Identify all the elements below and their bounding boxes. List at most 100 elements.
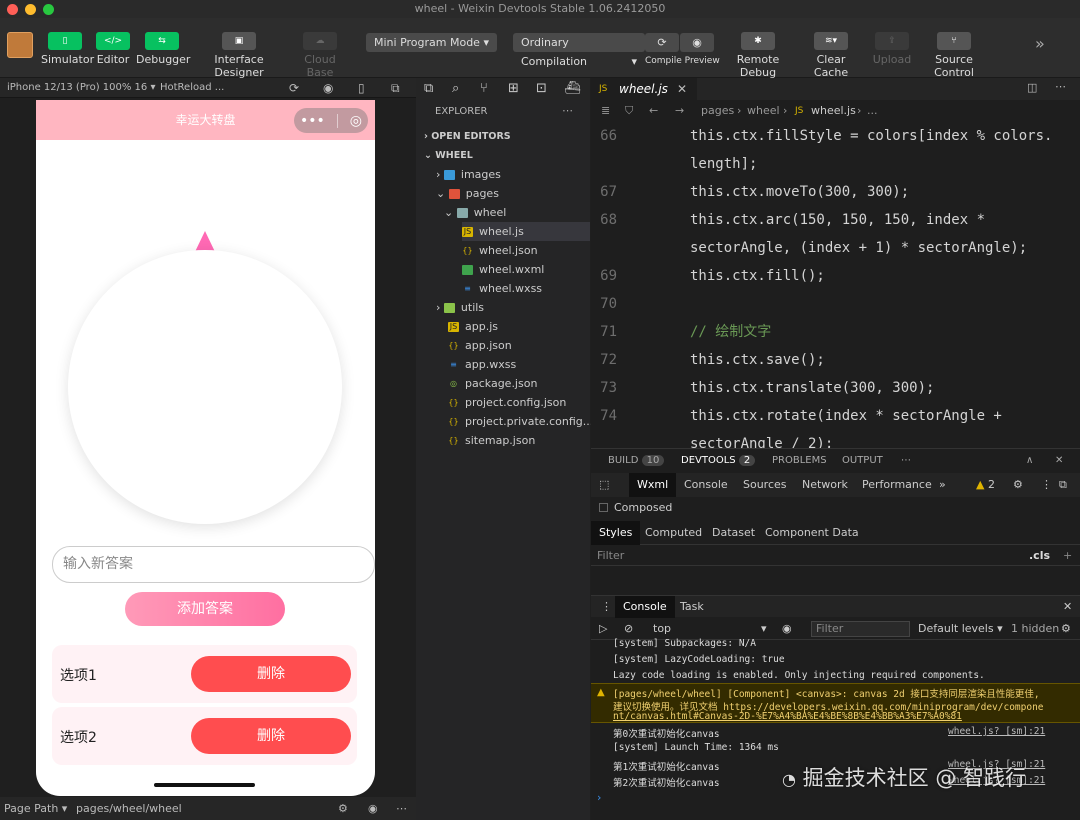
device-select[interactable]: iPhone 12/13 (Pro) 100% 16 ▾ [7,78,155,98]
tab-build[interactable]: BUILD 10 [608,449,665,473]
breadcrumb-item[interactable]: wheel.js [811,100,856,122]
console-prompt-icon[interactable]: › [597,791,601,804]
tree-item-images[interactable]: › images [436,165,501,184]
docs-link[interactable]: nt/canvas.html#Canvas-2D-%E7%A4%BA%E4%BE… [613,711,962,722]
stop-icon[interactable]: ◉ [323,78,333,98]
tab-styles[interactable]: Styles [591,521,641,545]
list-icon[interactable]: ≣ [601,100,610,122]
open-editors-section[interactable]: › OPEN EDITORS [424,127,511,146]
back-arrow-icon[interactable]: ← [649,100,658,122]
close-icon[interactable]: ✕ [1055,449,1063,473]
tab-sources[interactable]: Sources [743,473,787,497]
upload-button[interactable]: ⇪ Upload [872,32,912,66]
zoom-window-button[interactable] [43,4,54,15]
close-window-button[interactable] [7,4,18,15]
tree-item-utils[interactable]: › utils [436,298,484,317]
cloud-base-button[interactable]: ☁ Cloud Base [291,32,349,79]
tree-item-pages[interactable]: ⌄ pages [436,184,499,203]
tab-problems[interactable]: PROBLEMS [772,449,827,473]
preview-button[interactable]: ◉ [680,33,714,52]
refresh-icon[interactable]: ⟳ [289,78,299,98]
log-levels-select[interactable]: Default levels ▾ [918,618,1003,640]
tree-item-package-json[interactable]: ◎ package.json [448,374,537,393]
sidebar-toggle-icon[interactable]: ▷ [599,618,607,640]
close-icon[interactable]: ✕ [677,78,687,100]
styles-filter-input[interactable]: Filter [597,546,624,566]
close-circle-icon[interactable]: ◎ [350,101,362,141]
debug-icon[interactable]: ⊡ [536,81,547,96]
gear-icon[interactable]: ⚙ [1061,618,1071,640]
compile-refresh-button[interactable]: ⟳ [645,33,679,52]
console-filter-input[interactable]: Filter [811,621,910,637]
remote-debug-button[interactable]: ✱ Remote Debug [720,32,796,79]
tree-item-wheel-folder[interactable]: ⌄ wheel [444,203,506,222]
bookmark-icon[interactable]: ⛉ [625,100,633,122]
tree-item-project-config[interactable]: {} project.config.json [448,393,566,412]
tab-dataset[interactable]: Dataset [712,521,755,545]
branch-icon[interactable]: ⑂ [480,81,488,96]
tab-wheel-js[interactable]: JS wheel.js ✕ [591,78,697,100]
search-icon[interactable]: ⌕ [452,81,459,96]
tab-console-drawer[interactable]: Console [615,596,675,618]
popout-icon[interactable]: ⧉ [391,78,400,98]
more-dots-icon[interactable]: ••• [300,101,325,141]
kebab-menu-icon[interactable]: ⋮ [601,596,612,618]
extensions-icon[interactable]: ⊞ [508,81,519,96]
gear-icon[interactable]: ⚙ [1013,473,1023,497]
tree-item-project-private-config[interactable]: {} project.private.config... [448,412,593,431]
tree-item-wheel-wxss[interactable]: ≡ wheel.wxss [462,279,542,298]
mode-select[interactable]: Mini Program Mode ▾ [366,33,497,52]
tree-item-sitemap[interactable]: {} sitemap.json [448,431,535,450]
tab-computed[interactable]: Computed [645,521,702,545]
breadcrumb-item[interactable]: wheel [747,100,780,122]
more-dots-icon[interactable]: ⋯ [1055,80,1066,93]
debugger-button[interactable]: ⇆ Debugger [136,32,190,66]
editor-button[interactable]: </> Editor [94,32,132,66]
chevron-up-icon[interactable]: ∧ [1026,449,1033,473]
wheel-canvas[interactable] [68,250,342,524]
tree-item-wheel-json[interactable]: {} wheel.json [462,241,537,260]
simulator-button[interactable]: ▯ Simulator [41,32,94,66]
tree-item-app-wxss[interactable]: ≡ app.wxss [448,355,516,374]
delete-button[interactable]: 删除 [191,656,351,692]
more-dots-icon[interactable]: ⋯ [396,797,407,820]
plus-icon[interactable]: + [1063,546,1072,566]
tree-item-app-json[interactable]: {} app.json [448,336,511,355]
kebab-menu-icon[interactable]: ⋮ [1041,473,1052,497]
delete-button[interactable]: 删除 [191,718,351,754]
source-control-button[interactable]: ⑂ Source Control [915,32,993,79]
breadcrumb-item[interactable]: pages [701,100,734,122]
more-chevron-icon[interactable]: » [1035,34,1045,53]
clear-console-icon[interactable]: ⊘ [624,618,633,640]
minimize-window-button[interactable] [25,4,36,15]
phone-icon[interactable]: ▯ [358,78,365,98]
tab-component-data[interactable]: Component Data [765,521,859,545]
tree-item-wheel-wxml[interactable]: wheel.wxml [462,260,544,279]
more-dots-icon[interactable]: ⋯ [562,104,573,117]
clear-cache-button[interactable]: ≋▾ Clear Cache [800,32,862,79]
context-select[interactable]: top [653,618,671,640]
avatar[interactable] [7,32,33,58]
hotreload-toggle[interactable]: HotReload ... [160,78,224,98]
code-editor[interactable]: 66 this.ctx.fillStyle = colors[index % co… [591,122,1080,448]
eye-icon[interactable]: ◉ [368,797,378,820]
close-icon[interactable]: ✕ [1063,596,1072,618]
docker-icon[interactable]: ⛴ [564,81,581,96]
warning-counter[interactable]: ▲ 2 [976,473,995,497]
wheel-root-section[interactable]: ⌄ WHEEL [424,146,473,165]
breadcrumb-item[interactable]: ... [867,100,878,122]
tab-output[interactable]: OUTPUT [842,449,883,473]
more-dots-icon[interactable]: ⋯ [901,449,911,473]
compilation-select[interactable]: Ordinary Compilation ▾ [513,33,645,68]
tab-performance[interactable]: Performance [862,473,932,497]
tree-item-app-js[interactable]: JS app.js [448,317,498,336]
dock-icon[interactable]: ⧉ [1059,473,1067,497]
split-editor-icon[interactable]: ◫ [1027,81,1037,94]
tab-console[interactable]: Console [684,473,728,497]
more-tabs-icon[interactable]: » [939,473,946,497]
tab-wxml[interactable]: Wxml [629,473,677,497]
page-path-label[interactable]: Page Path ▾ [4,797,67,820]
source-link[interactable]: wheel.js? [sm]:21 [948,726,1045,737]
tab-task[interactable]: Task [680,596,704,618]
cls-toggle[interactable]: .cls [1029,546,1050,566]
